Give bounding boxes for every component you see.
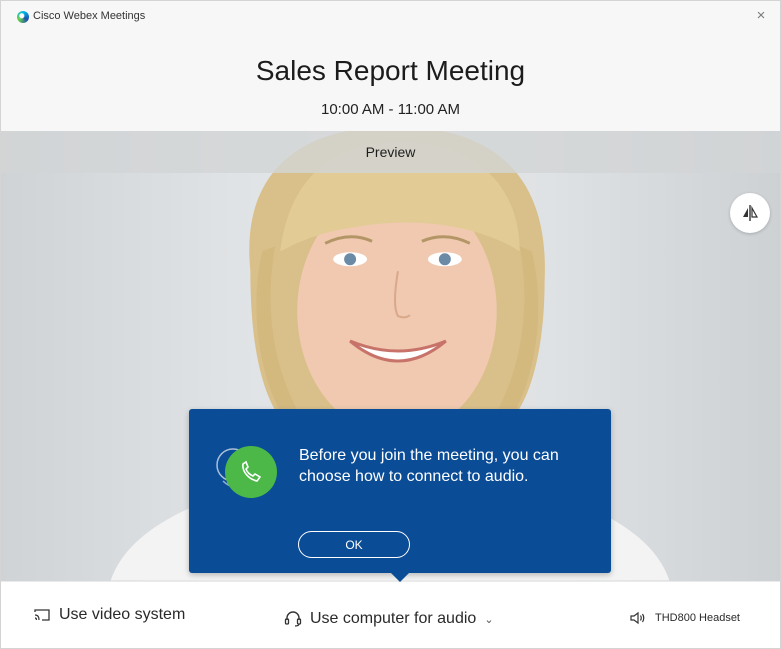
meeting-time: 10:00 AM - 11:00 AM xyxy=(321,101,460,118)
speaker-device-button[interactable]: THD800 Headset xyxy=(629,611,740,625)
app-title: Cisco Webex Meetings xyxy=(33,10,146,22)
video-system-label: Use video system xyxy=(59,606,186,623)
preview-label: Preview xyxy=(365,144,416,160)
meeting-header: Sales Report Meeting 10:00 AM - 11:00 AM xyxy=(1,33,780,131)
cast-screen-icon xyxy=(34,609,50,621)
webex-window: Cisco Webex Meetings × Sales Report Meet… xyxy=(0,0,781,649)
preview-bar: Preview xyxy=(1,131,780,173)
audio-label: Use computer for audio xyxy=(310,610,477,627)
webex-logo-icon xyxy=(17,11,29,23)
bottom-bar: Use video system Use computer for audio … xyxy=(1,581,780,648)
headset-label: THD800 Headset xyxy=(655,612,740,624)
speaker-icon xyxy=(630,611,645,625)
mirror-view-button[interactable] xyxy=(730,193,770,233)
audio-tip-popup: Before you join the meeting, you can cho… xyxy=(189,409,611,582)
tooltip-arrow xyxy=(391,573,409,582)
mirror-flip-icon xyxy=(743,205,759,221)
phone-icon xyxy=(216,446,277,498)
close-button[interactable]: × xyxy=(752,7,770,25)
meeting-title: Sales Report Meeting xyxy=(255,55,526,86)
use-video-system-button[interactable]: Use video system xyxy=(33,606,185,624)
chevron-down-icon: ⌄ xyxy=(484,613,494,626)
audio-tip-message: Before you join the meeting, you can cho… xyxy=(299,447,559,485)
headset-icon xyxy=(284,611,302,627)
title-bar: Cisco Webex Meetings × xyxy=(1,1,780,33)
audio-connection-dropdown[interactable]: Use computer for audio ⌄ xyxy=(284,610,494,628)
ok-button[interactable]: OK xyxy=(298,531,410,558)
